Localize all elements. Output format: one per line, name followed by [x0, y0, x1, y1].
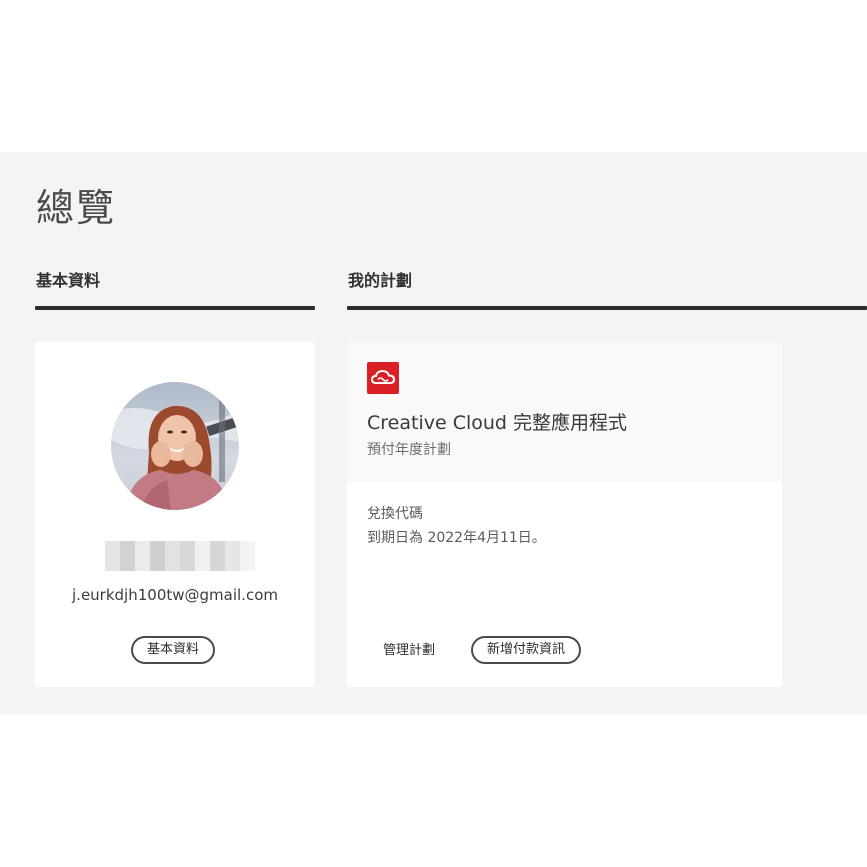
add-payment-button[interactable]: 新增付款資訊 [471, 636, 582, 664]
plan-name: Creative Cloud 完整應用程式 [367, 412, 628, 434]
creative-cloud-icon [367, 362, 399, 394]
manage-plan-button[interactable]: 管理計劃 [367, 637, 451, 665]
avatar [111, 382, 239, 510]
profile-section-rule [35, 306, 315, 310]
plan-card: Creative Cloud 完整應用程式 預付年度計劃 兌換代碼 到期日為 2… [347, 342, 782, 687]
avatar-photo [111, 382, 239, 510]
profile-button[interactable]: 基本資料 [131, 636, 216, 664]
user-email: j.eurkdjh100tw@gmail.com [72, 586, 278, 604]
page-title: 總覽 [36, 186, 117, 230]
blurred-name [105, 541, 255, 571]
plan-type: 預付年度計劃 [367, 442, 451, 458]
profile-card: j.eurkdjh100tw@gmail.com 基本資料 [35, 342, 315, 687]
plan-expiry: 到期日為 2022年4月11日。 [367, 530, 546, 546]
plan-redeem-code: 兌換代碼 [367, 506, 423, 522]
profile-section-heading: 基本資料 [36, 271, 101, 290]
plans-section-rule [347, 306, 867, 310]
plans-section-heading: 我的計劃 [348, 271, 413, 290]
